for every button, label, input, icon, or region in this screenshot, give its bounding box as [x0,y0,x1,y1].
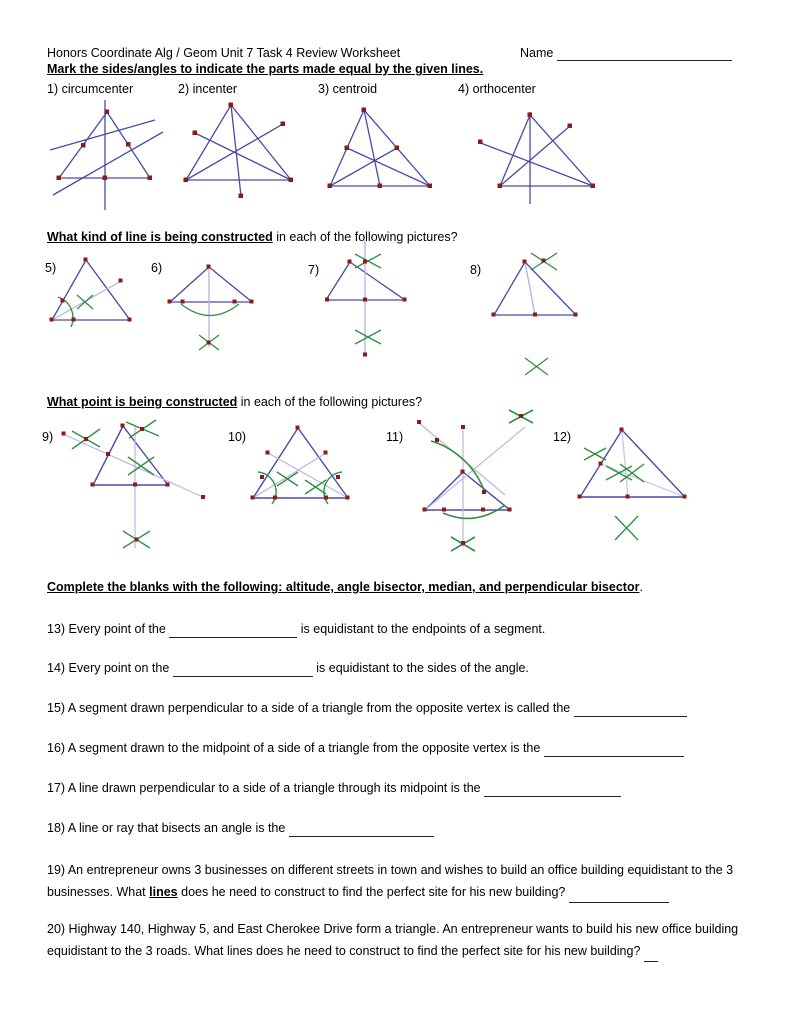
question-20-part-a: 20) Highway 140, Highway 5, and East Che… [47,922,739,958]
figure-8-svg [491,252,578,376]
figure-6-svg [167,264,254,351]
figure-2-incenter [178,100,328,210]
question-14: 14) Every point on the is equidistant to… [47,659,529,677]
question-13-part-a: 13) Every point of the [47,622,170,636]
name-blank-line[interactable] [557,49,733,61]
question-16-part-a: 16) A segment drawn to the midpoint of a… [47,741,544,755]
question-13-part-b: is equidistant to the endpoints of a seg… [297,622,546,636]
question-20-blank[interactable] [643,950,658,962]
figure-label-7: 7) [308,263,320,277]
question-17-part-a: 17) A line drawn perpendicular to a side… [47,781,485,795]
question-16-blank[interactable] [543,745,684,757]
figure-10-svg [250,425,350,505]
question-19-emphasis: lines [149,885,178,899]
question-18-blank[interactable] [288,825,434,837]
figure-8-altitude [490,250,620,385]
question-17: 17) A line drawn perpendicular to a side… [47,779,622,797]
figure-label-1: 1) circumcenter [47,82,134,96]
question-17-blank[interactable] [484,785,622,797]
figure-2-svg [183,102,293,198]
figure-3-svg [327,107,432,188]
instruction-what-point: What point is being constructed in each … [47,395,422,410]
instruction-mark-sides-angles: Mark the sides/angles to indicate the pa… [47,62,483,77]
figure-label-9: 9) [42,430,54,444]
figure-9-circumcenter-construction [55,418,230,558]
question-19: 19) An entrepreneur owns 3 businesses on… [47,859,747,903]
figure-11-svg [417,409,534,552]
name-label: Name [520,46,554,60]
instruction-4-bold: Complete the blanks with the following: … [47,580,640,594]
figure-label-11: 11) [386,430,404,444]
figure-10-incenter-construction [248,420,383,520]
figure-7-svg [324,240,408,357]
question-16: 16) A segment drawn to the midpoint of a… [47,739,684,757]
figure-11-point-construction [405,405,565,555]
question-19-blank[interactable] [568,891,669,903]
instruction-4-rest: . [639,580,643,594]
name-field-group: Name [520,46,733,61]
figure-label-8: 8) [470,263,482,277]
instruction-2-bold: What kind of line is being constructed [47,230,273,244]
instruction-3-rest: in each of the following pictures? [237,395,423,409]
figure-12-centroid-construction [570,420,710,550]
question-14-blank[interactable] [172,665,313,677]
figure-4-orthocenter [477,100,628,210]
figure-7-perpendicular-construction [324,240,455,365]
question-13: 13) Every point of the is equidistant to… [47,620,545,638]
question-13-blank[interactable] [169,626,298,638]
question-15-blank[interactable] [573,705,687,717]
figure-3-centroid [318,100,468,210]
question-19-part-b: does he need to construct to find the pe… [177,885,569,899]
instruction-1-text: Mark the sides/angles to indicate the pa… [47,62,484,76]
question-18: 18) A line or ray that bisects an angle … [47,819,434,837]
question-14-part-b: is equidistant to the sides of the angle… [312,661,529,675]
instruction-3-bold: What point is being constructed [47,395,238,409]
figure-12-svg [577,427,687,541]
figure-label-3: 3) centroid [318,82,378,96]
figure-9-svg [61,419,206,549]
header-row: Honors Coordinate Alg / Geom Unit 7 Task… [47,46,747,61]
question-18-part-a: 18) A line or ray that bisects an angle … [47,821,289,835]
question-15: 15) A segment drawn perpendicular to a s… [47,699,687,717]
figure-4-svg [477,112,595,204]
page-title: Honors Coordinate Alg / Geom Unit 7 Task… [47,46,401,60]
figure-label-2: 2) incenter [178,82,238,96]
figure-label-4: 4) orthocenter [458,82,536,96]
worksheet-page: Honors Coordinate Alg / Geom Unit 7 Task… [0,0,791,1024]
question-14-part-a: 14) Every point on the [47,661,173,675]
question-20: 20) Highway 140, Highway 5, and East Che… [47,918,747,962]
instruction-complete-blanks: Complete the blanks with the following: … [47,580,643,595]
figure-6-perpendicular-bisector [150,255,270,360]
figure-label-10: 10) [228,430,247,444]
question-15-part-a: 15) A segment drawn perpendicular to a s… [47,701,574,715]
